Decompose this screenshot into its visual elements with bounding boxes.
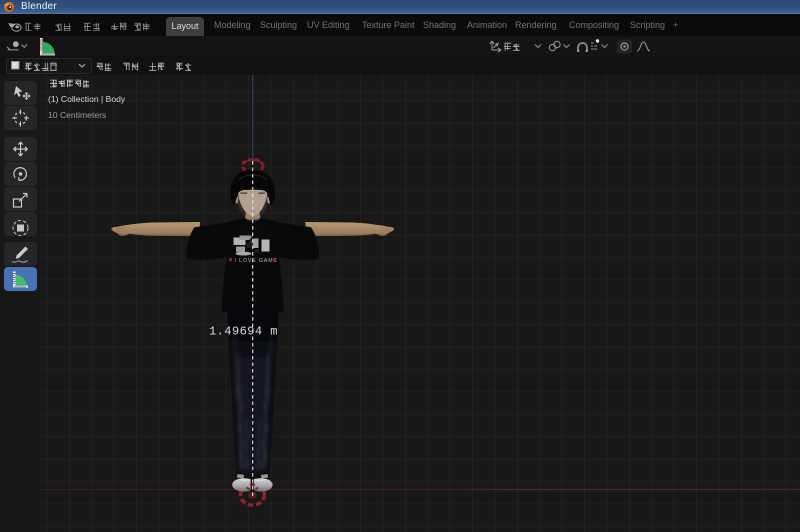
svg-text:1.49694 m: 1.49694 m <box>209 325 278 339</box>
svg-text:I LOVE GAME: I LOVE GAME <box>235 258 278 264</box>
